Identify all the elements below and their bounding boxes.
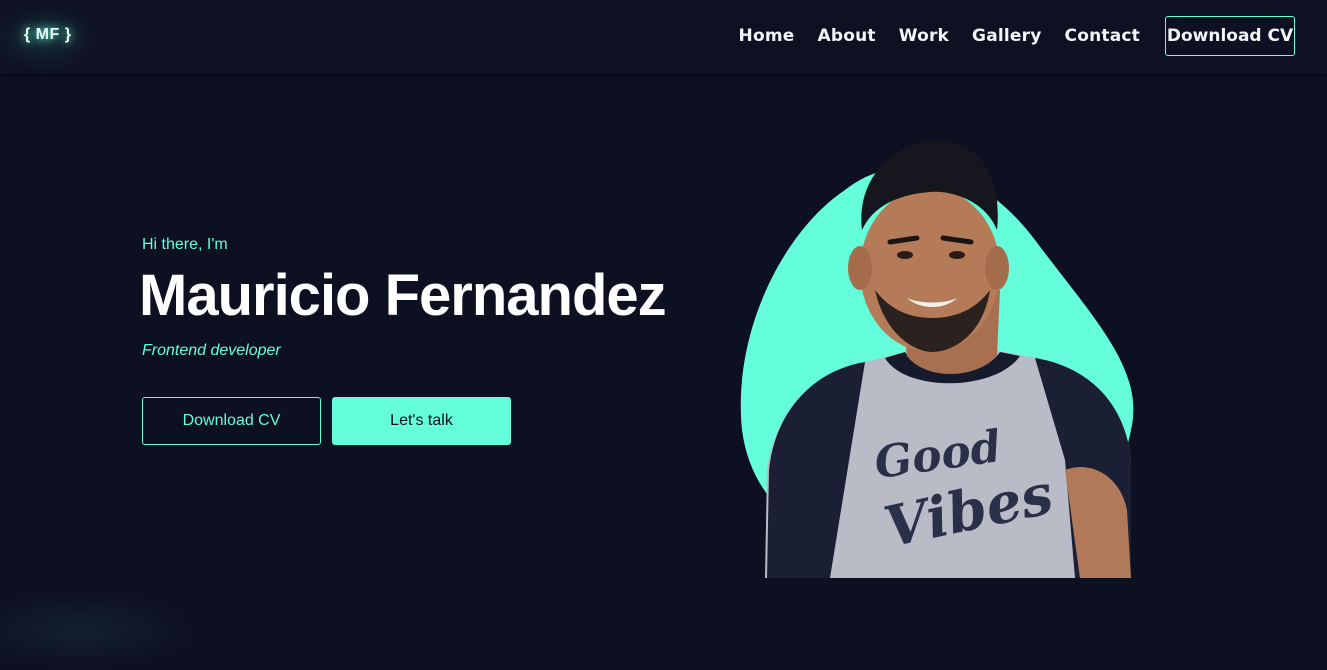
hero-greeting: Hi there, I'm [142, 236, 228, 253]
portrait-ear-left [848, 246, 872, 290]
portrait-eye-right [949, 251, 965, 259]
nav-link-home[interactable]: Home [739, 26, 795, 46]
download-cv-button[interactable]: Download CV [142, 397, 321, 445]
nav-links: Home About Work Gallery Contact Download… [739, 16, 1295, 56]
portrait-eye-left [897, 251, 913, 259]
profile-portrait: Good Vibes [740, 140, 1134, 578]
nav-link-about[interactable]: About [817, 26, 875, 46]
nav-download-cv-button[interactable]: Download CV [1165, 16, 1295, 56]
lets-talk-button[interactable]: Let's talk [332, 397, 511, 445]
top-navbar: { MF } Home About Work Gallery Contact D… [0, 0, 1327, 80]
hero-buttons: Download CV Let's talk [142, 397, 511, 445]
nav-link-work[interactable]: Work [899, 26, 949, 46]
nav-link-contact[interactable]: Contact [1065, 26, 1140, 46]
corner-glow [0, 590, 200, 670]
nav-link-gallery[interactable]: Gallery [972, 26, 1041, 46]
site-logo[interactable]: { MF } [24, 26, 71, 44]
portrait-ear-right [985, 246, 1009, 290]
hero-intro: Hi there, I'm Mauricio Fernandez Fronten… [139, 236, 669, 360]
hero-role: Frontend developer [142, 342, 281, 359]
hero-name: Mauricio Fernandez [139, 263, 667, 328]
